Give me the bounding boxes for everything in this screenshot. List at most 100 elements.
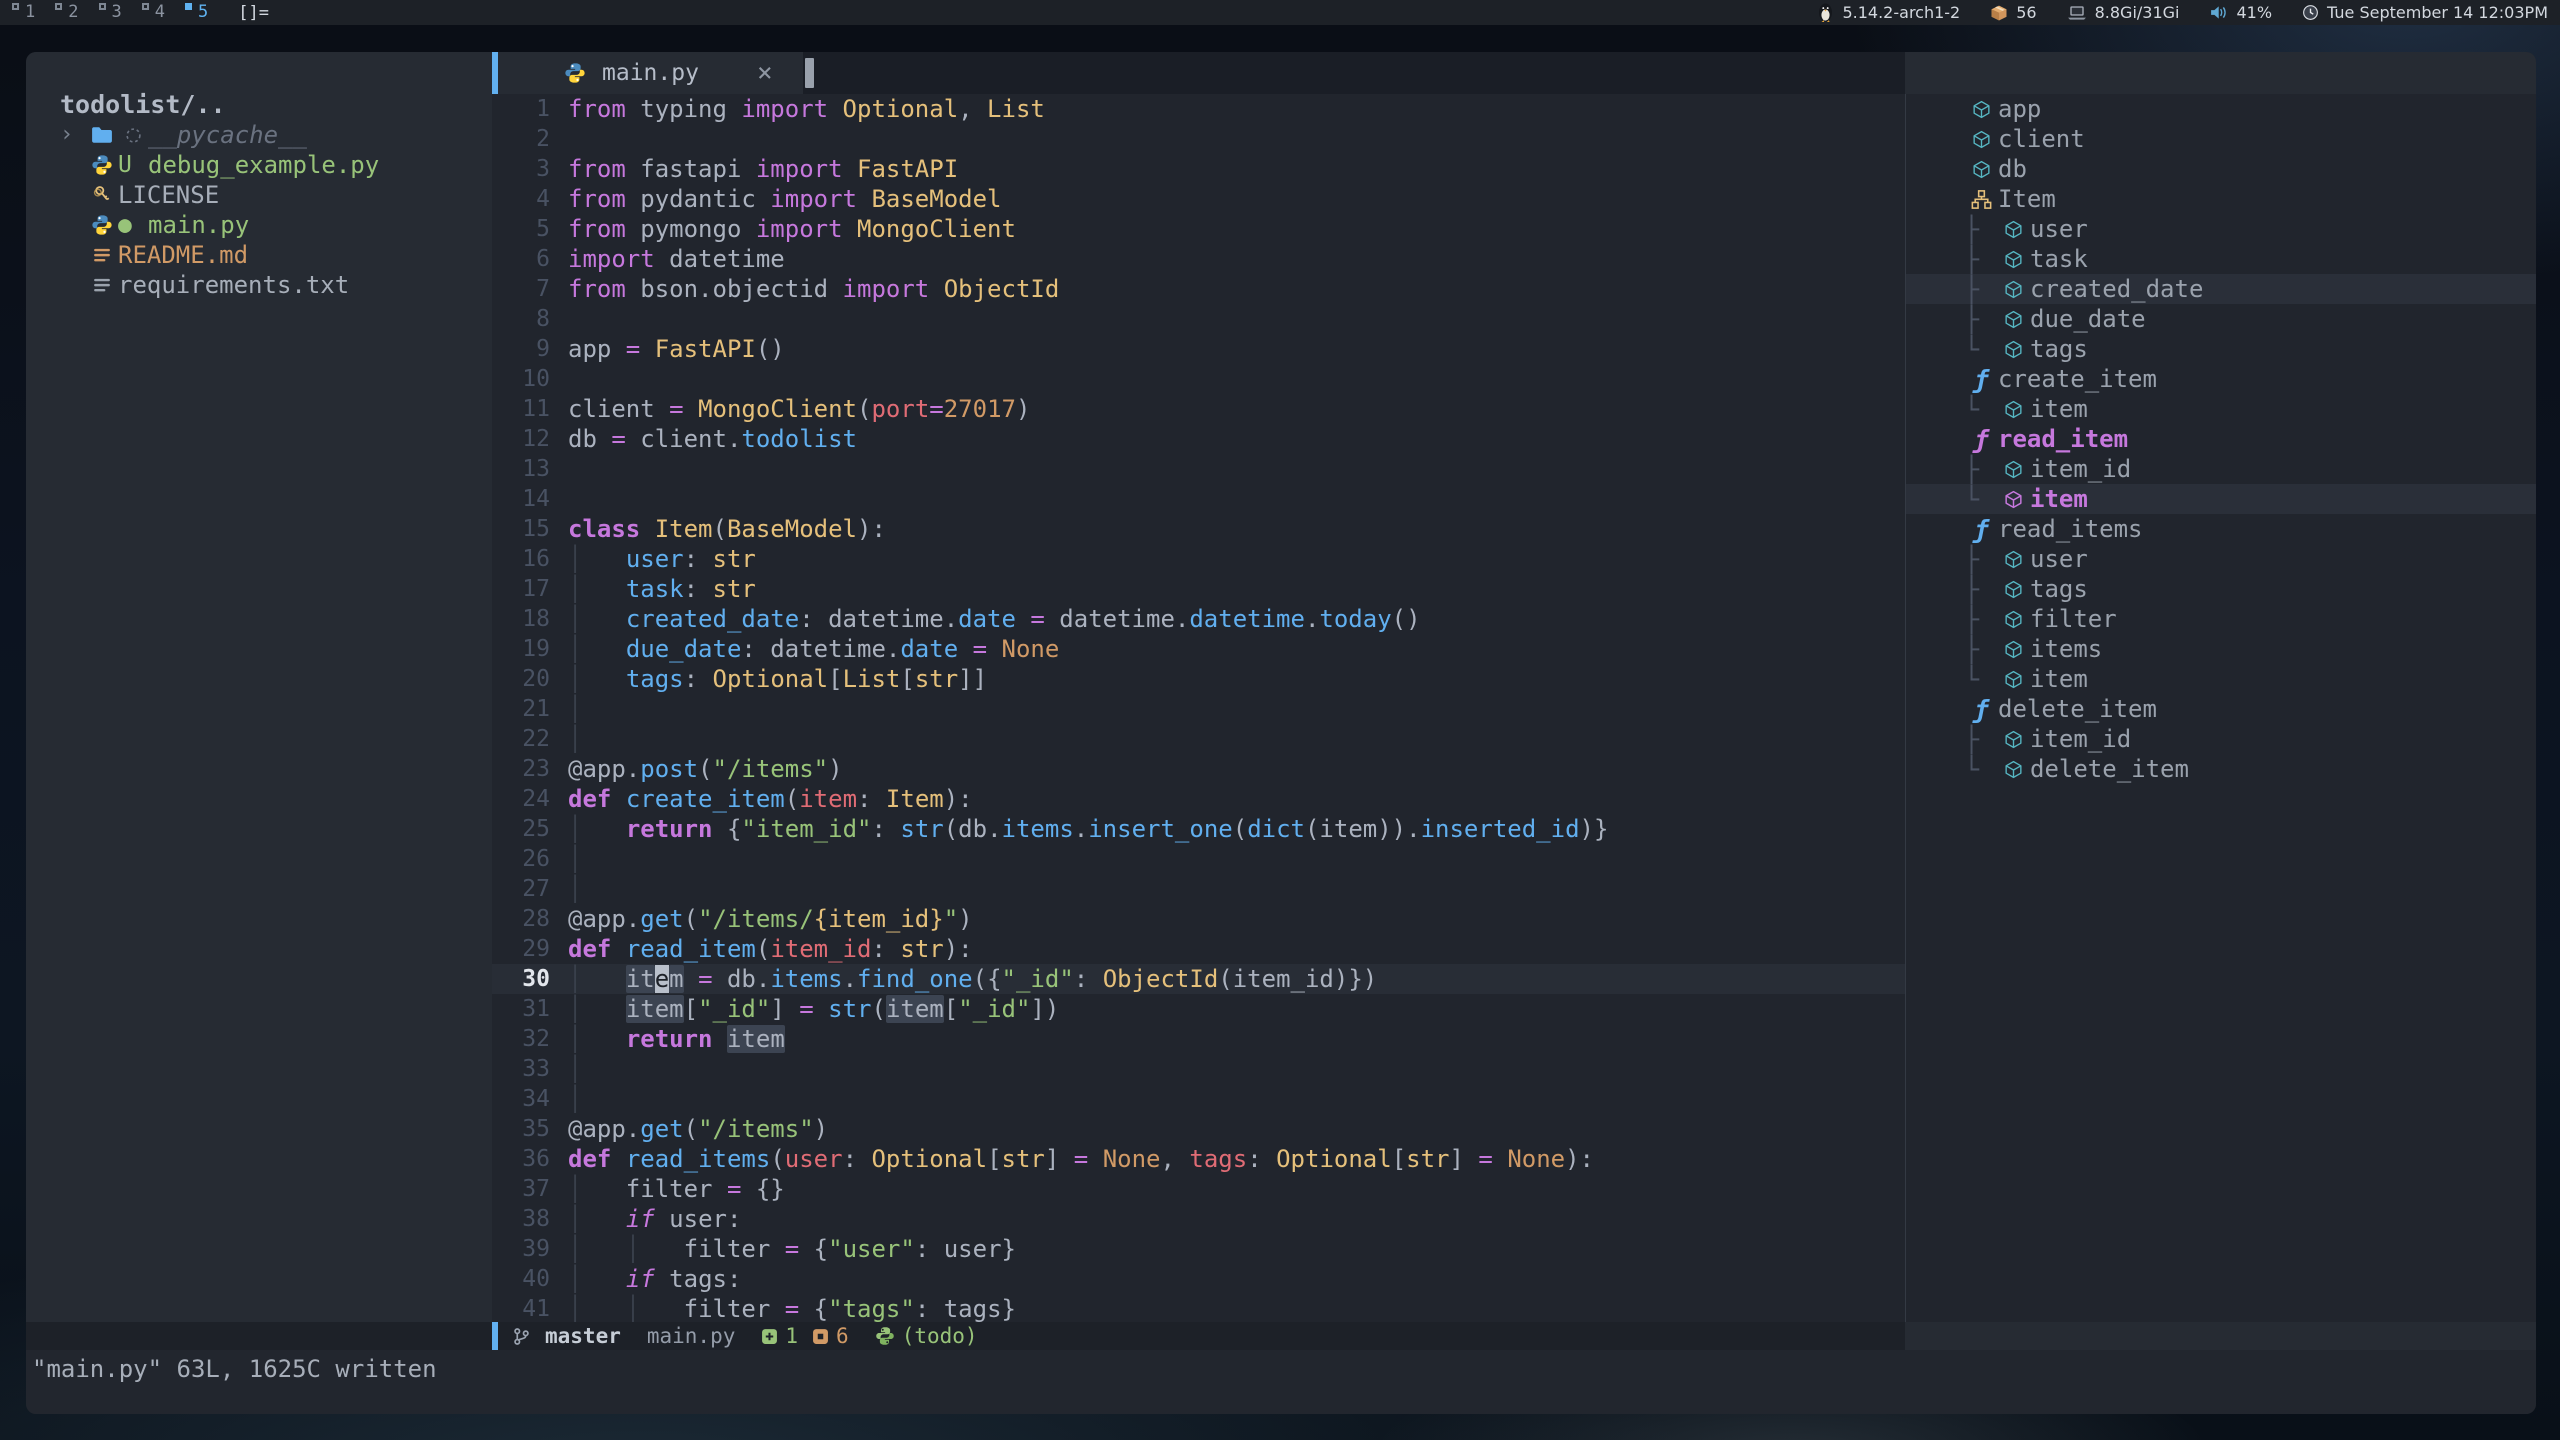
code-line-28[interactable]: 28@app.get("/items/{item_id}") — [492, 904, 1905, 934]
outline-item-delete_item[interactable]: └delete_item — [1906, 754, 2536, 784]
tree-item-debug_example.py[interactable]: Udebug_example.py — [26, 150, 492, 180]
code-line-39[interactable]: 39│ │ filter = {"user": user} — [492, 1234, 1905, 1264]
code-line-21[interactable]: 21│ — [492, 694, 1905, 724]
line-number: 4 — [492, 184, 568, 214]
code-line-13[interactable]: 13 — [492, 454, 1905, 484]
outline-item-tags[interactable]: └tags — [1906, 334, 2536, 364]
tree-item-__pycache__[interactable]: ›__pycache__ — [26, 120, 492, 150]
code-line-16[interactable]: 16│ user: str — [492, 544, 1905, 574]
code-line-32[interactable]: 32│ return item — [492, 1024, 1905, 1054]
outline-item-items[interactable]: ├items — [1906, 634, 2536, 664]
code-line-33[interactable]: 33│ — [492, 1054, 1905, 1084]
close-icon[interactable]: × — [757, 58, 773, 88]
code-line-36[interactable]: 36def read_items(user: Optional[str] = N… — [492, 1144, 1905, 1174]
workspace-5[interactable]: 5 — [185, 0, 208, 25]
code-line-1[interactable]: 1from typing import Optional, List — [492, 94, 1905, 124]
code-line-19[interactable]: 19│ due_date: datetime.date = None — [492, 634, 1905, 664]
outline-item-item[interactable]: └item — [1906, 484, 2536, 514]
outline-item-item[interactable]: └item — [1906, 664, 2536, 694]
workspace-3[interactable]: 3 — [99, 0, 122, 25]
code-text: from bson.objectid import ObjectId — [568, 274, 1059, 304]
statusline-outline-segment — [1905, 1322, 2536, 1350]
code-line-17[interactable]: 17│ task: str — [492, 574, 1905, 604]
outline-item-task[interactable]: ├task — [1906, 244, 2536, 274]
outline-item-created_date[interactable]: ├created_date — [1906, 274, 2536, 304]
outline-item-label: client — [1998, 125, 2085, 153]
tree-item-main.py[interactable]: ●main.py — [26, 210, 492, 240]
code-line-40[interactable]: 40│ if tags: — [492, 1264, 1905, 1294]
tree-root-folder[interactable]: todolist/.. — [26, 90, 492, 120]
workspace-1[interactable]: 1 — [12, 0, 35, 25]
indent-guide: │ — [568, 1055, 582, 1083]
outline-item-app[interactable]: app — [1906, 94, 2536, 124]
outline-item-item_id[interactable]: ├item_id — [1906, 724, 2536, 754]
package-icon — [1990, 4, 2008, 22]
outline-item-label: read_item — [1998, 425, 2128, 453]
outline-item-user[interactable]: ├user — [1906, 544, 2536, 574]
outline-item-client[interactable]: client — [1906, 124, 2536, 154]
code-line-9[interactable]: 9app = FastAPI() — [492, 334, 1905, 364]
workspace-2[interactable]: 2 — [55, 0, 78, 25]
code-line-2[interactable]: 2 — [492, 124, 1905, 154]
code-line-15[interactable]: 15class Item(BaseModel): — [492, 514, 1905, 544]
code-line-25[interactable]: 25│ return {"item_id": str(db.items.inse… — [492, 814, 1905, 844]
outline-item-filter[interactable]: ├filter — [1906, 604, 2536, 634]
code-line-31[interactable]: 31│ item["_id"] = str(item["_id"]) — [492, 994, 1905, 1024]
outline-item-db[interactable]: db — [1906, 154, 2536, 184]
code-line-41[interactable]: 41│ │ filter = {"tags": tags} — [492, 1294, 1905, 1322]
line-number: 2 — [492, 124, 568, 154]
outline-item-item[interactable]: └item — [1906, 394, 2536, 424]
variable-cube-icon — [1996, 579, 2030, 600]
code-line-27[interactable]: 27│ — [492, 874, 1905, 904]
tab-main-py[interactable]: main.py × — [498, 52, 803, 94]
code-text: │ — [568, 1084, 582, 1114]
tree-branch-line: ├ — [1964, 725, 1996, 754]
variable-cube-icon — [1996, 759, 2030, 780]
tree-item-README.md[interactable]: README.md — [26, 240, 492, 270]
line-number: 19 — [492, 634, 568, 664]
code-text: │ task: str — [568, 574, 756, 604]
chevron-right-icon[interactable]: › — [60, 120, 86, 150]
code-line-38[interactable]: 38│ if user: — [492, 1204, 1905, 1234]
workspace-4[interactable]: 4 — [142, 0, 165, 25]
code-line-11[interactable]: 11client = MongoClient(port=27017) — [492, 394, 1905, 424]
outline-item-due_date[interactable]: ├due_date — [1906, 304, 2536, 334]
clock-icon — [2302, 4, 2319, 21]
code-line-5[interactable]: 5from pymongo import MongoClient — [492, 214, 1905, 244]
outline-item-read_items[interactable]: ƒread_items — [1906, 514, 2536, 544]
code-line-20[interactable]: 20│ tags: Optional[List[str]] — [492, 664, 1905, 694]
code-line-22[interactable]: 22│ — [492, 724, 1905, 754]
workspace-square-icon — [99, 3, 106, 10]
code-line-8[interactable]: 8 — [492, 304, 1905, 334]
code-line-10[interactable]: 10 — [492, 364, 1905, 394]
code-line-3[interactable]: 3from fastapi import FastAPI — [492, 154, 1905, 184]
code-line-37[interactable]: 37│ filter = {} — [492, 1174, 1905, 1204]
code-line-35[interactable]: 35@app.get("/items") — [492, 1114, 1905, 1144]
outline-item-item_id[interactable]: ├item_id — [1906, 454, 2536, 484]
outline-item-user[interactable]: ├user — [1906, 214, 2536, 244]
code-line-29[interactable]: 29def read_item(item_id: str): — [492, 934, 1905, 964]
outline-item-Item[interactable]: Item — [1906, 184, 2536, 214]
line-number: 41 — [492, 1294, 568, 1322]
code-line-14[interactable]: 14 — [492, 484, 1905, 514]
code-line-24[interactable]: 24def create_item(item: Item): — [492, 784, 1905, 814]
tree-item-requirements.txt[interactable]: requirements.txt — [26, 270, 492, 300]
tree-item-LICENSE[interactable]: LICENSE — [26, 180, 492, 210]
tab-title: main.py — [602, 60, 699, 86]
outline-item-read_item[interactable]: ƒread_item — [1906, 424, 2536, 454]
code-line-26[interactable]: 26│ — [492, 844, 1905, 874]
outline-item-delete_item[interactable]: ƒdelete_item — [1906, 694, 2536, 724]
code-line-12[interactable]: 12db = client.todolist — [492, 424, 1905, 454]
code-editor[interactable]: 1from typing import Optional, List23from… — [492, 94, 1905, 1322]
code-line-30[interactable]: 30│ item = db.items.find_one({"_id": Obj… — [492, 964, 1905, 994]
venv-python-icon — [875, 1326, 895, 1346]
code-text: app = FastAPI() — [568, 334, 785, 364]
code-line-6[interactable]: 6import datetime — [492, 244, 1905, 274]
outline-item-tags[interactable]: ├tags — [1906, 574, 2536, 604]
code-line-18[interactable]: 18│ created_date: datetime.date = dateti… — [492, 604, 1905, 634]
code-line-7[interactable]: 7from bson.objectid import ObjectId — [492, 274, 1905, 304]
code-line-34[interactable]: 34│ — [492, 1084, 1905, 1114]
code-line-23[interactable]: 23@app.post("/items") — [492, 754, 1905, 784]
outline-item-create_item[interactable]: ƒcreate_item — [1906, 364, 2536, 394]
code-line-4[interactable]: 4from pydantic import BaseModel — [492, 184, 1905, 214]
